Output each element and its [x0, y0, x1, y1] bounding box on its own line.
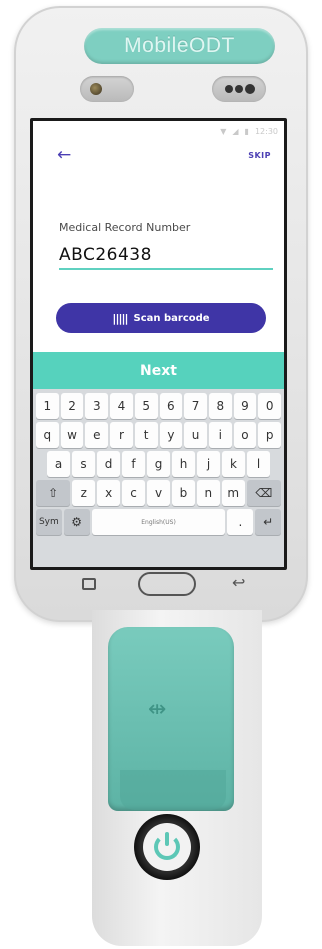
keyboard: 1 2 3 4 5 6 7 8 9 0 q w e r t y u i o p …: [33, 389, 284, 567]
barcode-icon: |||||: [112, 311, 128, 325]
key[interactable]: 3: [85, 393, 109, 419]
key[interactable]: w: [60, 422, 84, 448]
back-icon[interactable]: ↩: [232, 573, 245, 592]
key[interactable]: 1: [36, 393, 59, 419]
key[interactable]: 9: [233, 393, 257, 419]
skip-button[interactable]: SKIP: [248, 151, 271, 160]
keyboard-row-numbers: 1 2 3 4 5 6 7 8 9 0: [36, 393, 282, 419]
key[interactable]: h: [172, 451, 195, 477]
home-icon[interactable]: [138, 572, 196, 596]
keyboard-row-bottom: ⇧ z x c v b n m ⌫: [36, 480, 282, 506]
wifi-icon: ▼: [220, 126, 227, 136]
key[interactable]: 2: [60, 393, 84, 419]
period-key[interactable]: .: [227, 509, 254, 535]
app-bar: ← SKIP: [33, 141, 284, 169]
signal-icon: ◢: [232, 126, 239, 136]
key[interactable]: s: [72, 451, 95, 477]
key[interactable]: p: [258, 422, 282, 448]
scan-barcode-label: Scan barcode: [133, 312, 210, 324]
key[interactable]: y: [159, 422, 183, 448]
key[interactable]: e: [85, 422, 109, 448]
brand-logo: MobileODT: [124, 34, 235, 57]
key[interactable]: v: [147, 480, 170, 506]
next-button[interactable]: Next: [33, 352, 284, 389]
medical-record-number-input[interactable]: ABC26438: [59, 245, 152, 265]
key[interactable]: f: [122, 451, 145, 477]
key[interactable]: m: [221, 480, 245, 506]
key[interactable]: k: [222, 451, 245, 477]
recent-apps-icon[interactable]: [82, 578, 96, 590]
sym-key[interactable]: Sym: [36, 509, 62, 535]
keyboard-row-top: q w e r t y u i o p: [36, 422, 282, 448]
key[interactable]: 5: [134, 393, 158, 419]
status-time: 12:30: [254, 126, 278, 136]
back-arrow-icon[interactable]: ←: [57, 145, 71, 165]
scan-barcode-button[interactable]: ||||| Scan barcode: [56, 303, 266, 333]
key[interactable]: 6: [159, 393, 183, 419]
sensor-dots-icon: [212, 76, 266, 102]
key[interactable]: g: [147, 451, 170, 477]
usb-icon: ⇹: [148, 697, 167, 722]
keyboard-row-function: Sym ⚙ English(US) . ↵: [36, 509, 282, 535]
key[interactable]: j: [197, 451, 220, 477]
battery-icon: ▮: [244, 126, 249, 136]
camera-lens-icon: [80, 76, 134, 102]
field-label: Medical Record Number: [59, 221, 191, 234]
key[interactable]: z: [72, 480, 96, 506]
next-label: Next: [140, 362, 177, 379]
keyboard-row-middle: a s d f g h j k l: [36, 451, 281, 477]
power-icon: [154, 832, 180, 860]
key[interactable]: o: [233, 422, 257, 448]
key[interactable]: 7: [184, 393, 207, 419]
status-bar: ▼ ◢ ▮ 12:30: [33, 121, 284, 141]
key[interactable]: q: [36, 422, 59, 448]
key[interactable]: l: [247, 451, 270, 477]
key[interactable]: r: [110, 422, 133, 448]
shift-key[interactable]: ⇧: [36, 480, 71, 506]
key[interactable]: a: [47, 451, 70, 477]
key[interactable]: i: [208, 422, 232, 448]
key[interactable]: c: [122, 480, 146, 506]
key[interactable]: x: [97, 480, 121, 506]
key[interactable]: n: [196, 480, 220, 506]
usb-cover-tab: [120, 770, 226, 810]
space-key[interactable]: English(US): [91, 509, 226, 535]
settings-key[interactable]: ⚙: [63, 509, 90, 535]
brand-plate: MobileODT: [84, 28, 275, 64]
key[interactable]: b: [171, 480, 195, 506]
key[interactable]: 8: [208, 393, 232, 419]
input-underline: [59, 268, 273, 270]
screen: ▼ ◢ ▮ 12:30 ← SKIP Medical Record Number…: [30, 118, 287, 570]
power-button[interactable]: [134, 814, 200, 880]
key[interactable]: 4: [110, 393, 133, 419]
key[interactable]: 0: [258, 393, 282, 419]
key[interactable]: t: [134, 422, 158, 448]
power-button-face: [143, 823, 191, 871]
key[interactable]: d: [97, 451, 120, 477]
key[interactable]: u: [184, 422, 207, 448]
backspace-key[interactable]: ⌫: [246, 480, 282, 506]
enter-key[interactable]: ↵: [255, 509, 282, 535]
